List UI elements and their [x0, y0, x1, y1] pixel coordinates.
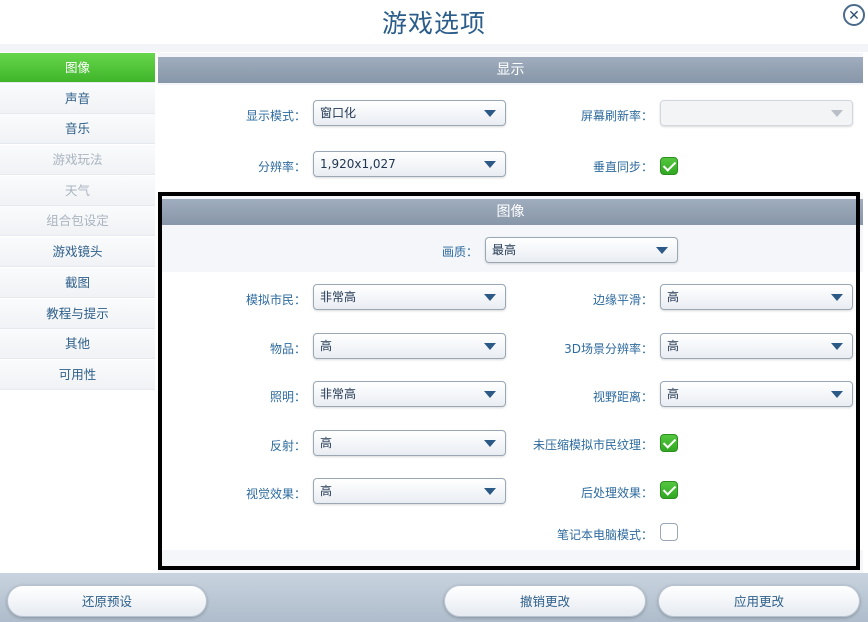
display-mode-value: 窗口化	[320, 106, 357, 120]
objects-value: 高	[320, 339, 333, 353]
resolution-label: 分辨率：	[257, 160, 306, 174]
display-section-header: 显示	[158, 57, 863, 83]
objects-dropdown[interactable]: 高	[313, 333, 506, 359]
chevron-down-icon	[484, 161, 496, 168]
footer-bar: 还原预设 撤销更改 应用更改	[0, 573, 868, 622]
chevron-down-icon	[831, 343, 843, 350]
sidebar-item-screenshots[interactable]: 截图	[0, 267, 155, 298]
edge-smoothing-value: 高	[667, 290, 680, 304]
objects-label: 物品：	[269, 342, 306, 356]
sim-detail-value: 非常高	[320, 290, 357, 304]
cancel-changes-button[interactable]: 撤销更改	[444, 585, 646, 617]
sidebar-item-tutorials[interactable]: 教程与提示	[0, 298, 155, 329]
scene-resolution-dropdown[interactable]: 高	[660, 333, 853, 359]
apply-changes-button[interactable]: 应用更改	[658, 585, 860, 617]
restore-defaults-button[interactable]: 还原预设	[7, 585, 207, 617]
lighting-value: 非常高	[320, 387, 357, 401]
display-mode-dropdown[interactable]: 窗口化	[313, 100, 506, 126]
sidebar-item-music[interactable]: 音乐	[0, 114, 155, 145]
sidebar-item-other[interactable]: 其他	[0, 329, 155, 360]
view-distance-dropdown[interactable]: 高	[660, 381, 853, 407]
lighting-dropdown[interactable]: 非常高	[313, 381, 506, 407]
post-processing-checkbox[interactable]	[660, 481, 678, 499]
scene-resolution-value: 高	[667, 339, 680, 353]
scene-resolution-label: 3D场景分辨率：	[564, 342, 653, 356]
post-processing-label: 后处理效果：	[580, 486, 653, 500]
quality-dropdown[interactable]: 最高	[485, 237, 678, 263]
vsync-checkbox[interactable]	[660, 157, 678, 175]
sidebar-item-gameplay: 游戏玩法	[0, 145, 155, 176]
laptop-mode-checkbox[interactable]	[660, 523, 678, 541]
chevron-down-icon	[484, 440, 496, 447]
title-divider	[0, 44, 868, 52]
settings-panel: 显示 显示模式： 窗口化 屏幕刷新率： 分辨率： 1,920x1,027 垂直同…	[158, 53, 863, 573]
edge-smoothing-dropdown[interactable]: 高	[660, 284, 853, 310]
quality-value: 最高	[492, 243, 517, 257]
chevron-down-icon	[831, 294, 843, 301]
display-mode-label: 显示模式：	[245, 109, 306, 123]
refresh-rate-dropdown	[660, 100, 853, 126]
chevron-down-icon	[484, 294, 496, 301]
chevron-down-icon	[484, 343, 496, 350]
window-title: 游戏选项	[381, 9, 486, 38]
close-icon[interactable]: ✕	[843, 4, 865, 26]
chevron-down-icon	[831, 110, 843, 117]
uncompressed-textures-checkbox[interactable]	[660, 434, 678, 452]
graphics-section-body	[158, 272, 863, 550]
sidebar-item-camera[interactable]: 游戏镜头	[0, 237, 155, 268]
refresh-rate-label: 屏幕刷新率：	[580, 109, 653, 123]
chevron-down-icon	[484, 110, 496, 117]
sidebar-item-pack-settings: 组合包设定	[0, 206, 155, 237]
reflections-value: 高	[320, 436, 333, 450]
graphics-section-header: 图像	[158, 199, 863, 225]
sidebar-item-weather: 天气	[0, 175, 155, 206]
sim-detail-label: 模拟市民：	[245, 293, 306, 307]
view-distance-label: 视野距离：	[592, 390, 653, 404]
reflections-dropdown[interactable]: 高	[313, 430, 506, 456]
vsync-label: 垂直同步：	[592, 160, 653, 174]
sim-detail-dropdown[interactable]: 非常高	[313, 284, 506, 310]
sidebar-item-sound[interactable]: 声音	[0, 83, 155, 114]
view-distance-value: 高	[667, 387, 680, 401]
visual-effects-dropdown[interactable]: 高	[313, 478, 506, 504]
quality-label: 画质：	[441, 245, 478, 259]
visual-effects-label: 视觉效果：	[245, 487, 306, 501]
resolution-value: 1,920x1,027	[320, 157, 396, 171]
laptop-mode-label: 笔记本电脑模式：	[556, 528, 653, 542]
edge-smoothing-label: 边缘平滑：	[592, 293, 653, 307]
resolution-dropdown[interactable]: 1,920x1,027	[313, 151, 506, 177]
reflections-label: 反射：	[269, 439, 306, 453]
sidebar-item-graphics[interactable]: 图像	[0, 53, 155, 83]
chevron-down-icon	[484, 391, 496, 398]
lighting-label: 照明：	[269, 390, 306, 404]
visual-effects-value: 高	[320, 484, 333, 498]
chevron-down-icon	[656, 247, 668, 254]
sidebar: 图像 声音 音乐 游戏玩法 天气 组合包设定 游戏镜头 截图 教程与提示 其他 …	[0, 53, 155, 391]
chevron-down-icon	[484, 488, 496, 495]
sidebar-item-accessibility[interactable]: 可用性	[0, 359, 155, 390]
uncompressed-textures-label: 未压缩模拟市民纹理：	[532, 438, 653, 452]
chevron-down-icon	[831, 391, 843, 398]
